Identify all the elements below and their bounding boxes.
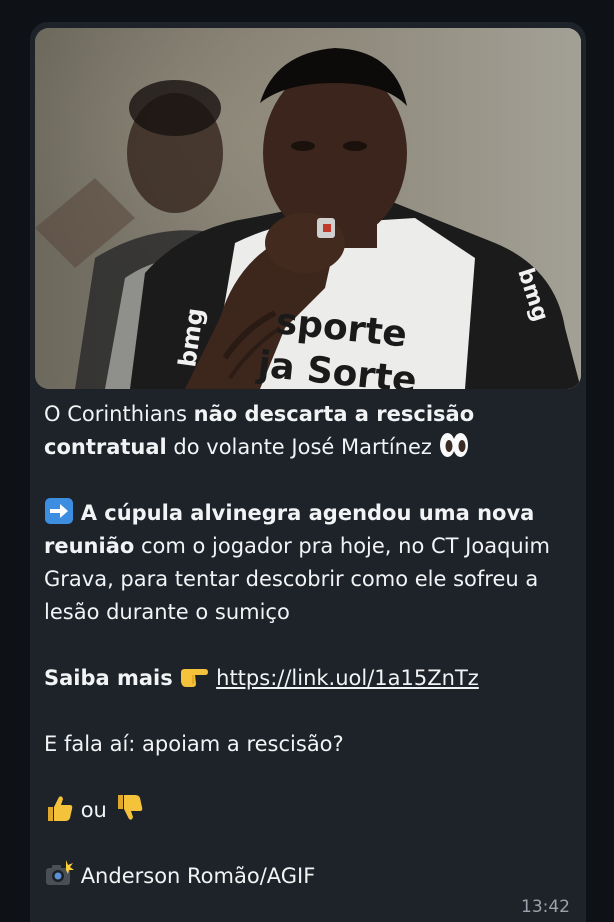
detail-paragraph: A cúpula alvinegra agendou uma nova reun… [44, 497, 569, 629]
right-arrow-icon [44, 497, 74, 525]
question-line: E fala aí: apoiam a rescisão? [44, 732, 344, 756]
message-text: O Corinthians não descarta a rescisão co… [44, 398, 569, 893]
photo-credit-line: Anderson Romão/AGIF [44, 860, 569, 893]
vote-line: ou [44, 794, 569, 827]
player-photo-illustration: sporte ja Sorte bmg bmg [35, 28, 581, 389]
more-info-line: Saiba mais https://link.uol/1a15ZnTz [44, 662, 569, 695]
news-photo[interactable]: sporte ja Sorte bmg bmg [35, 28, 581, 389]
thumbs-down-icon [114, 794, 144, 822]
article-link[interactable]: https://link.uol/1a15ZnTz [216, 666, 479, 690]
message-bubble[interactable]: sporte ja Sorte bmg bmg O Corinthians nã… [30, 22, 586, 922]
thumbs-up-icon [44, 794, 74, 822]
intro-paragraph: O Corinthians não descarta a rescisão co… [44, 402, 475, 459]
message-timestamp: 13:42 [521, 897, 570, 917]
point-right-icon [179, 662, 209, 690]
eyes-icon [439, 431, 469, 459]
camera-flash-icon [44, 860, 74, 888]
